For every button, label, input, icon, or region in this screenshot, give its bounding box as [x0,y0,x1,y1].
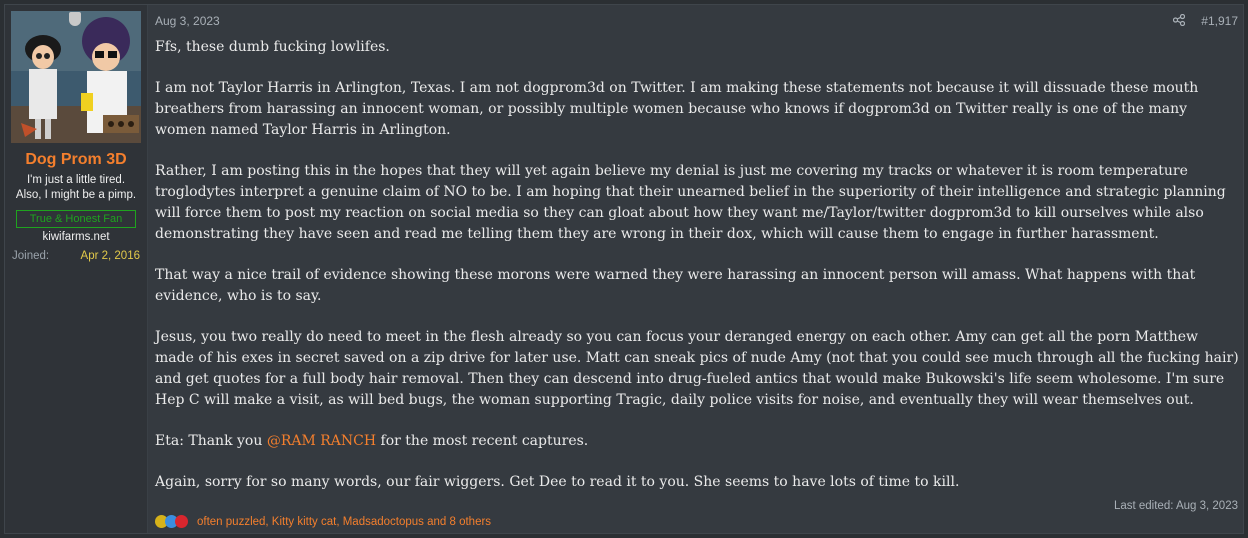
post-date[interactable]: Aug 3, 2023 [155,14,220,28]
user-title: I'm just a little tired. Also, I might b… [5,173,147,203]
post-main: Aug 3, 2023 #1,917 Ffs, these dumb fucki… [148,5,1243,533]
joined-row: Joined: Apr 2, 2016 [12,250,140,262]
shield-icon [69,12,81,26]
eta-suffix: for the most recent captures. [376,433,589,449]
share-icon[interactable] [1173,14,1185,26]
post-paragraph: Jesus, you two really do need to meet in… [155,329,1239,408]
post-body: Ffs, these dumb fucking lowlifes. I am n… [155,37,1240,513]
user-banner: True & Honest Fan [16,210,136,228]
user-title-line-1: I'm just a little tired. [26,174,126,186]
post-paragraph: I am not Taylor Harris in Arlington, Tex… [155,80,1199,138]
avatar[interactable] [11,11,141,143]
post-container: Dog Prom 3D I'm just a little tired. Als… [4,4,1244,534]
reactions-list[interactable]: often puzzled, Kitty kitty cat, Madsadoc… [197,516,491,528]
post-paragraph: Rather, I am posting this in the hopes t… [155,163,1226,242]
post-paragraph: Again, sorry for so many words, our fair… [155,474,960,490]
post-number[interactable]: #1,917 [1201,14,1238,28]
username[interactable]: Dog Prom 3D [5,151,147,169]
user-website: kiwifarms.net [42,231,110,243]
heart-icon [175,515,188,528]
eta-prefix: Eta: Thank you [155,433,267,449]
post-paragraph: Eta: Thank you @RAM RANCH for the most r… [155,431,1240,452]
post-paragraph: That way a nice trail of evidence showin… [155,267,1196,304]
post-paragraph: Ffs, these dumb fucking lowlifes. [155,39,390,55]
last-edited: Last edited: Aug 3, 2023 [1113,500,1238,512]
user-sidebar: Dog Prom 3D I'm just a little tired. Als… [5,5,148,533]
joined-value: Apr 2, 2016 [80,250,140,262]
reactions-bar[interactable]: often puzzled, Kitty kitty cat, Madsadoc… [155,515,491,529]
user-mention-link[interactable]: @RAM RANCH [267,433,376,449]
user-title-line-2: Also, I might be a pimp. [15,189,137,201]
reaction-icons [155,515,195,529]
joined-label: Joined: [12,250,50,262]
